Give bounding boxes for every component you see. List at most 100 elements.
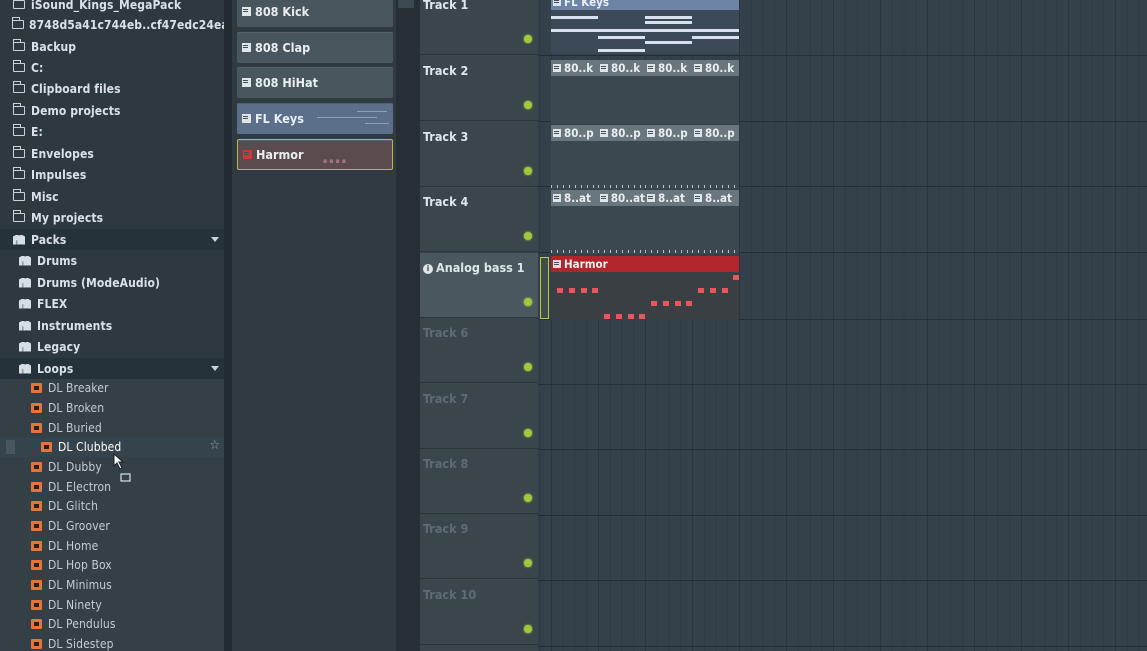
clip-808-clap[interactable]: 80..p	[551, 125, 598, 189]
loop-item-dl-home[interactable]: DL Home	[0, 536, 224, 556]
browser-pack-instruments[interactable]: Instruments	[0, 315, 224, 336]
track-mute-led[interactable]	[524, 429, 532, 437]
track-header-10[interactable]: Track 10	[420, 580, 538, 645]
loop-folder-icon	[39, 441, 53, 453]
browser-item-c-drive[interactable]: C:	[0, 57, 224, 78]
pack-icon	[18, 277, 32, 289]
browser-item-backup[interactable]: Backup	[0, 36, 224, 57]
browser-pack-loops[interactable]: Loops	[0, 358, 224, 379]
clip-header: 80..k	[645, 60, 692, 76]
clip-808-kick[interactable]: 80..k	[551, 60, 598, 124]
track-mute-led[interactable]	[524, 101, 532, 109]
folder-link-icon	[12, 39, 26, 53]
clip-808-kick[interactable]: 80..k	[598, 60, 645, 124]
loop-item-dl-broken[interactable]: DL Broken	[0, 398, 224, 418]
track-header-4[interactable]: Track 4	[420, 187, 538, 252]
browser-pack-legacy[interactable]: Legacy	[0, 336, 224, 357]
pattern-808-clap[interactable]: 808 Clap	[237, 32, 393, 63]
pattern-808-kick[interactable]: 808 Kick	[237, 0, 393, 27]
clip-header: 80..at	[598, 190, 645, 206]
track-header-6[interactable]: Track 6	[420, 318, 538, 383]
pattern-list-scrollbar[interactable]	[396, 0, 420, 651]
clip-body	[598, 206, 645, 254]
folder-icon	[12, 167, 26, 181]
clip-808-clap[interactable]: 80..p	[692, 125, 739, 189]
track-header-2[interactable]: Track 2	[420, 56, 538, 121]
row-marker	[6, 440, 15, 454]
clip-808-hihat[interactable]: 8..at	[551, 190, 598, 254]
folder-icon	[12, 81, 26, 95]
star-icon[interactable]: ☆	[210, 438, 221, 453]
track-mute-led[interactable]	[524, 232, 532, 240]
loop-item-dl-groover[interactable]: DL Groover	[0, 516, 224, 536]
track-mute-led[interactable]	[524, 167, 532, 175]
clip-body	[645, 206, 692, 254]
row-divider	[538, 580, 1147, 581]
loop-item-dl-pendulus[interactable]: DL Pendulus	[0, 614, 224, 634]
loop-item-dl-breaker[interactable]: DL Breaker	[0, 378, 224, 398]
clip-header: 80..k	[551, 60, 598, 76]
browser-pack-drums-modeaudio[interactable]: Drums (ModeAudio)	[0, 272, 224, 293]
pattern-icon	[553, 129, 561, 137]
clip-header: 80..k	[692, 60, 739, 76]
browser-pack-drums[interactable]: Drums	[0, 250, 224, 271]
browser-item-impulses[interactable]: Impulses	[0, 164, 224, 185]
browser-item-misc[interactable]: Misc	[0, 186, 224, 207]
track-mute-led[interactable]	[524, 494, 532, 502]
pattern-808-hihat[interactable]: 808 HiHat	[237, 67, 393, 98]
track-header-3[interactable]: Track 3	[420, 122, 538, 187]
browser-section-packs[interactable]: Packs	[0, 229, 224, 250]
playlist-grid[interactable]: FL Keys 80..k 80..k 80..k 80..k 80..p 80…	[538, 0, 1147, 651]
clip-808-clap[interactable]: 80..p	[645, 125, 692, 189]
chevron-down-icon[interactable]	[211, 366, 219, 371]
clip-body	[692, 206, 739, 254]
loop-folder-icon	[29, 422, 43, 434]
track-header-8[interactable]: Track 8	[420, 449, 538, 514]
chevron-down-icon[interactable]	[211, 237, 219, 242]
folder-icon	[11, 17, 24, 31]
browser-item-e-drive[interactable]: E:	[0, 121, 224, 142]
browser-item-my-projects[interactable]: My projects	[0, 207, 224, 228]
loop-item-dl-glitch[interactable]: DL Glitch	[0, 496, 224, 516]
track-header-9[interactable]: Track 9	[420, 514, 538, 579]
browser-item-hash-folder[interactable]: 8748d5a41c744eb..cf47edc24eaea89	[0, 14, 224, 35]
clip-808-hihat[interactable]: 8..at	[645, 190, 692, 254]
folder-icon	[12, 210, 26, 224]
loop-folder-icon	[29, 461, 43, 473]
clip-808-clap[interactable]: 80..p	[598, 125, 645, 189]
browser-pack-flex[interactable]: FLEX	[0, 293, 224, 314]
clip-body	[598, 141, 645, 189]
clip-harmor[interactable]: Harmor	[551, 256, 739, 320]
browser-item-clipboard-files[interactable]: Clipboard files	[0, 78, 224, 99]
clip-808-kick[interactable]: 80..k	[692, 60, 739, 124]
clip-body	[551, 141, 598, 189]
pattern-icon	[600, 194, 608, 202]
loop-item-dl-buried[interactable]: DL Buried	[0, 418, 224, 438]
clip-808-kick[interactable]: 80..k	[645, 60, 692, 124]
clip-808-hihat[interactable]: 80..at	[598, 190, 645, 254]
track-header-analog-bass[interactable]: i Analog bass 1	[420, 253, 538, 318]
loop-item-dl-ninety[interactable]: DL Ninety	[0, 595, 224, 615]
track-mute-led[interactable]	[524, 298, 532, 306]
folder-icon	[12, 124, 26, 138]
browser-item-envelopes[interactable]: Envelopes	[0, 143, 224, 164]
clip-fl-keys[interactable]: FL Keys	[551, 0, 739, 58]
clip-808-hihat[interactable]: 8..at	[692, 190, 739, 254]
track-mute-led[interactable]	[524, 625, 532, 633]
track-mute-led[interactable]	[524, 559, 532, 567]
track-mute-led[interactable]	[524, 35, 532, 43]
track-header-1[interactable]: Track 1	[420, 0, 538, 55]
track-header-7[interactable]: Track 7	[420, 384, 538, 449]
browser-scrollbar[interactable]	[224, 0, 232, 651]
clip-header: 80..k	[598, 60, 645, 76]
track-mute-led[interactable]	[524, 363, 532, 371]
loop-folder-icon	[29, 382, 43, 394]
browser-item-demo-projects[interactable]: Demo projects	[0, 100, 224, 121]
pattern-harmor[interactable]: Harmor ▪▪▪▪	[237, 139, 393, 170]
loop-item-dl-sidestep[interactable]: DL Sidestep	[0, 634, 224, 651]
mini-note-preview: ▪▪▪▪	[323, 157, 349, 165]
loop-item-dl-minimus[interactable]: DL Minimus	[0, 575, 224, 595]
browser-item-isound-kings[interactable]: iSound_Kings_MegaPack	[0, 0, 224, 15]
loop-item-dl-hop-box[interactable]: DL Hop Box	[0, 555, 224, 575]
pattern-fl-keys[interactable]: FL Keys	[237, 103, 393, 134]
